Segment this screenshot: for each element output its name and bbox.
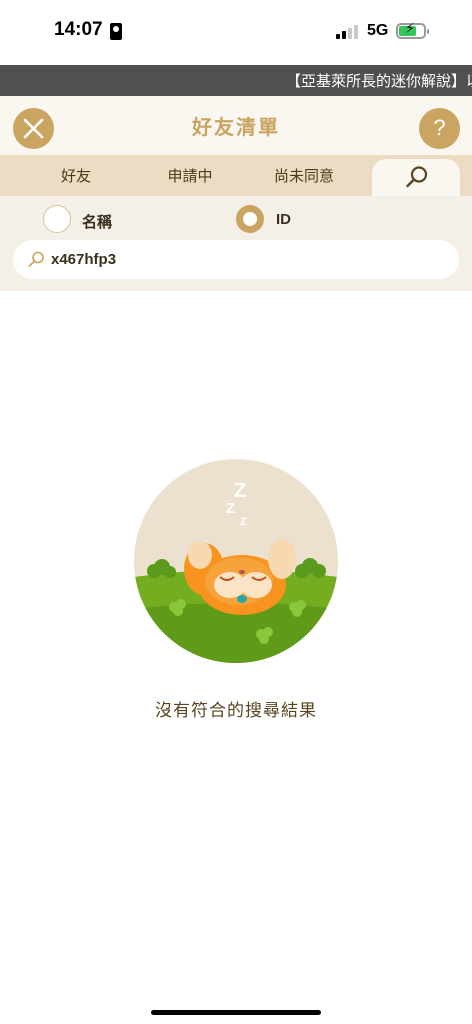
radio-name-option[interactable]	[43, 205, 71, 233]
tab-search[interactable]	[372, 159, 460, 196]
help-button[interactable]: ?	[419, 108, 460, 149]
announcement-banner[interactable]: 【亞基萊所長的迷你解說】以	[0, 65, 472, 96]
svg-text:Z: Z	[226, 500, 235, 517]
home-indicator[interactable]	[151, 1010, 321, 1015]
search-icon	[28, 251, 44, 267]
radio-name-label[interactable]: 名稱	[82, 211, 112, 232]
search-input[interactable]: x467hfp3	[13, 240, 459, 279]
tab-friends[interactable]: 好友	[41, 165, 111, 186]
network-label: 5G	[367, 22, 389, 39]
close-icon	[23, 118, 44, 139]
status-time: 14:07	[54, 19, 103, 40]
tab-requests[interactable]: 申請中	[152, 165, 228, 186]
close-button[interactable]	[13, 108, 54, 149]
page-title: 好友清單	[192, 115, 280, 139]
help-icon: ?	[433, 115, 446, 140]
tab-bar: 好友 申請中 尚未同意	[0, 155, 472, 196]
search-filter-panel: 名稱 ID x467hfp3	[0, 196, 472, 291]
empty-result-message: 沒有符合的搜尋結果	[155, 701, 317, 721]
charging-bolt-icon: ⚡	[405, 21, 415, 37]
svg-text:Z: Z	[234, 480, 246, 502]
search-icon	[406, 166, 428, 188]
header: 好友清單 ?	[0, 96, 472, 156]
radio-id-label[interactable]: ID	[276, 211, 291, 228]
search-input-value[interactable]: x467hfp3	[51, 251, 116, 268]
sleeping-character-illustration: Z Z Z	[134, 459, 338, 663]
battery-icon: ⚡	[396, 21, 429, 39]
id-card-icon	[110, 23, 122, 40]
radio-id-option[interactable]	[236, 205, 264, 233]
tab-pending[interactable]: 尚未同意	[262, 165, 346, 186]
svg-text:Z: Z	[240, 516, 247, 528]
status-bar: 14:07 5G ⚡	[0, 0, 472, 64]
signal-icon	[336, 25, 360, 39]
banner-text: 【亞基萊所長的迷你解說】以	[286, 72, 472, 90]
